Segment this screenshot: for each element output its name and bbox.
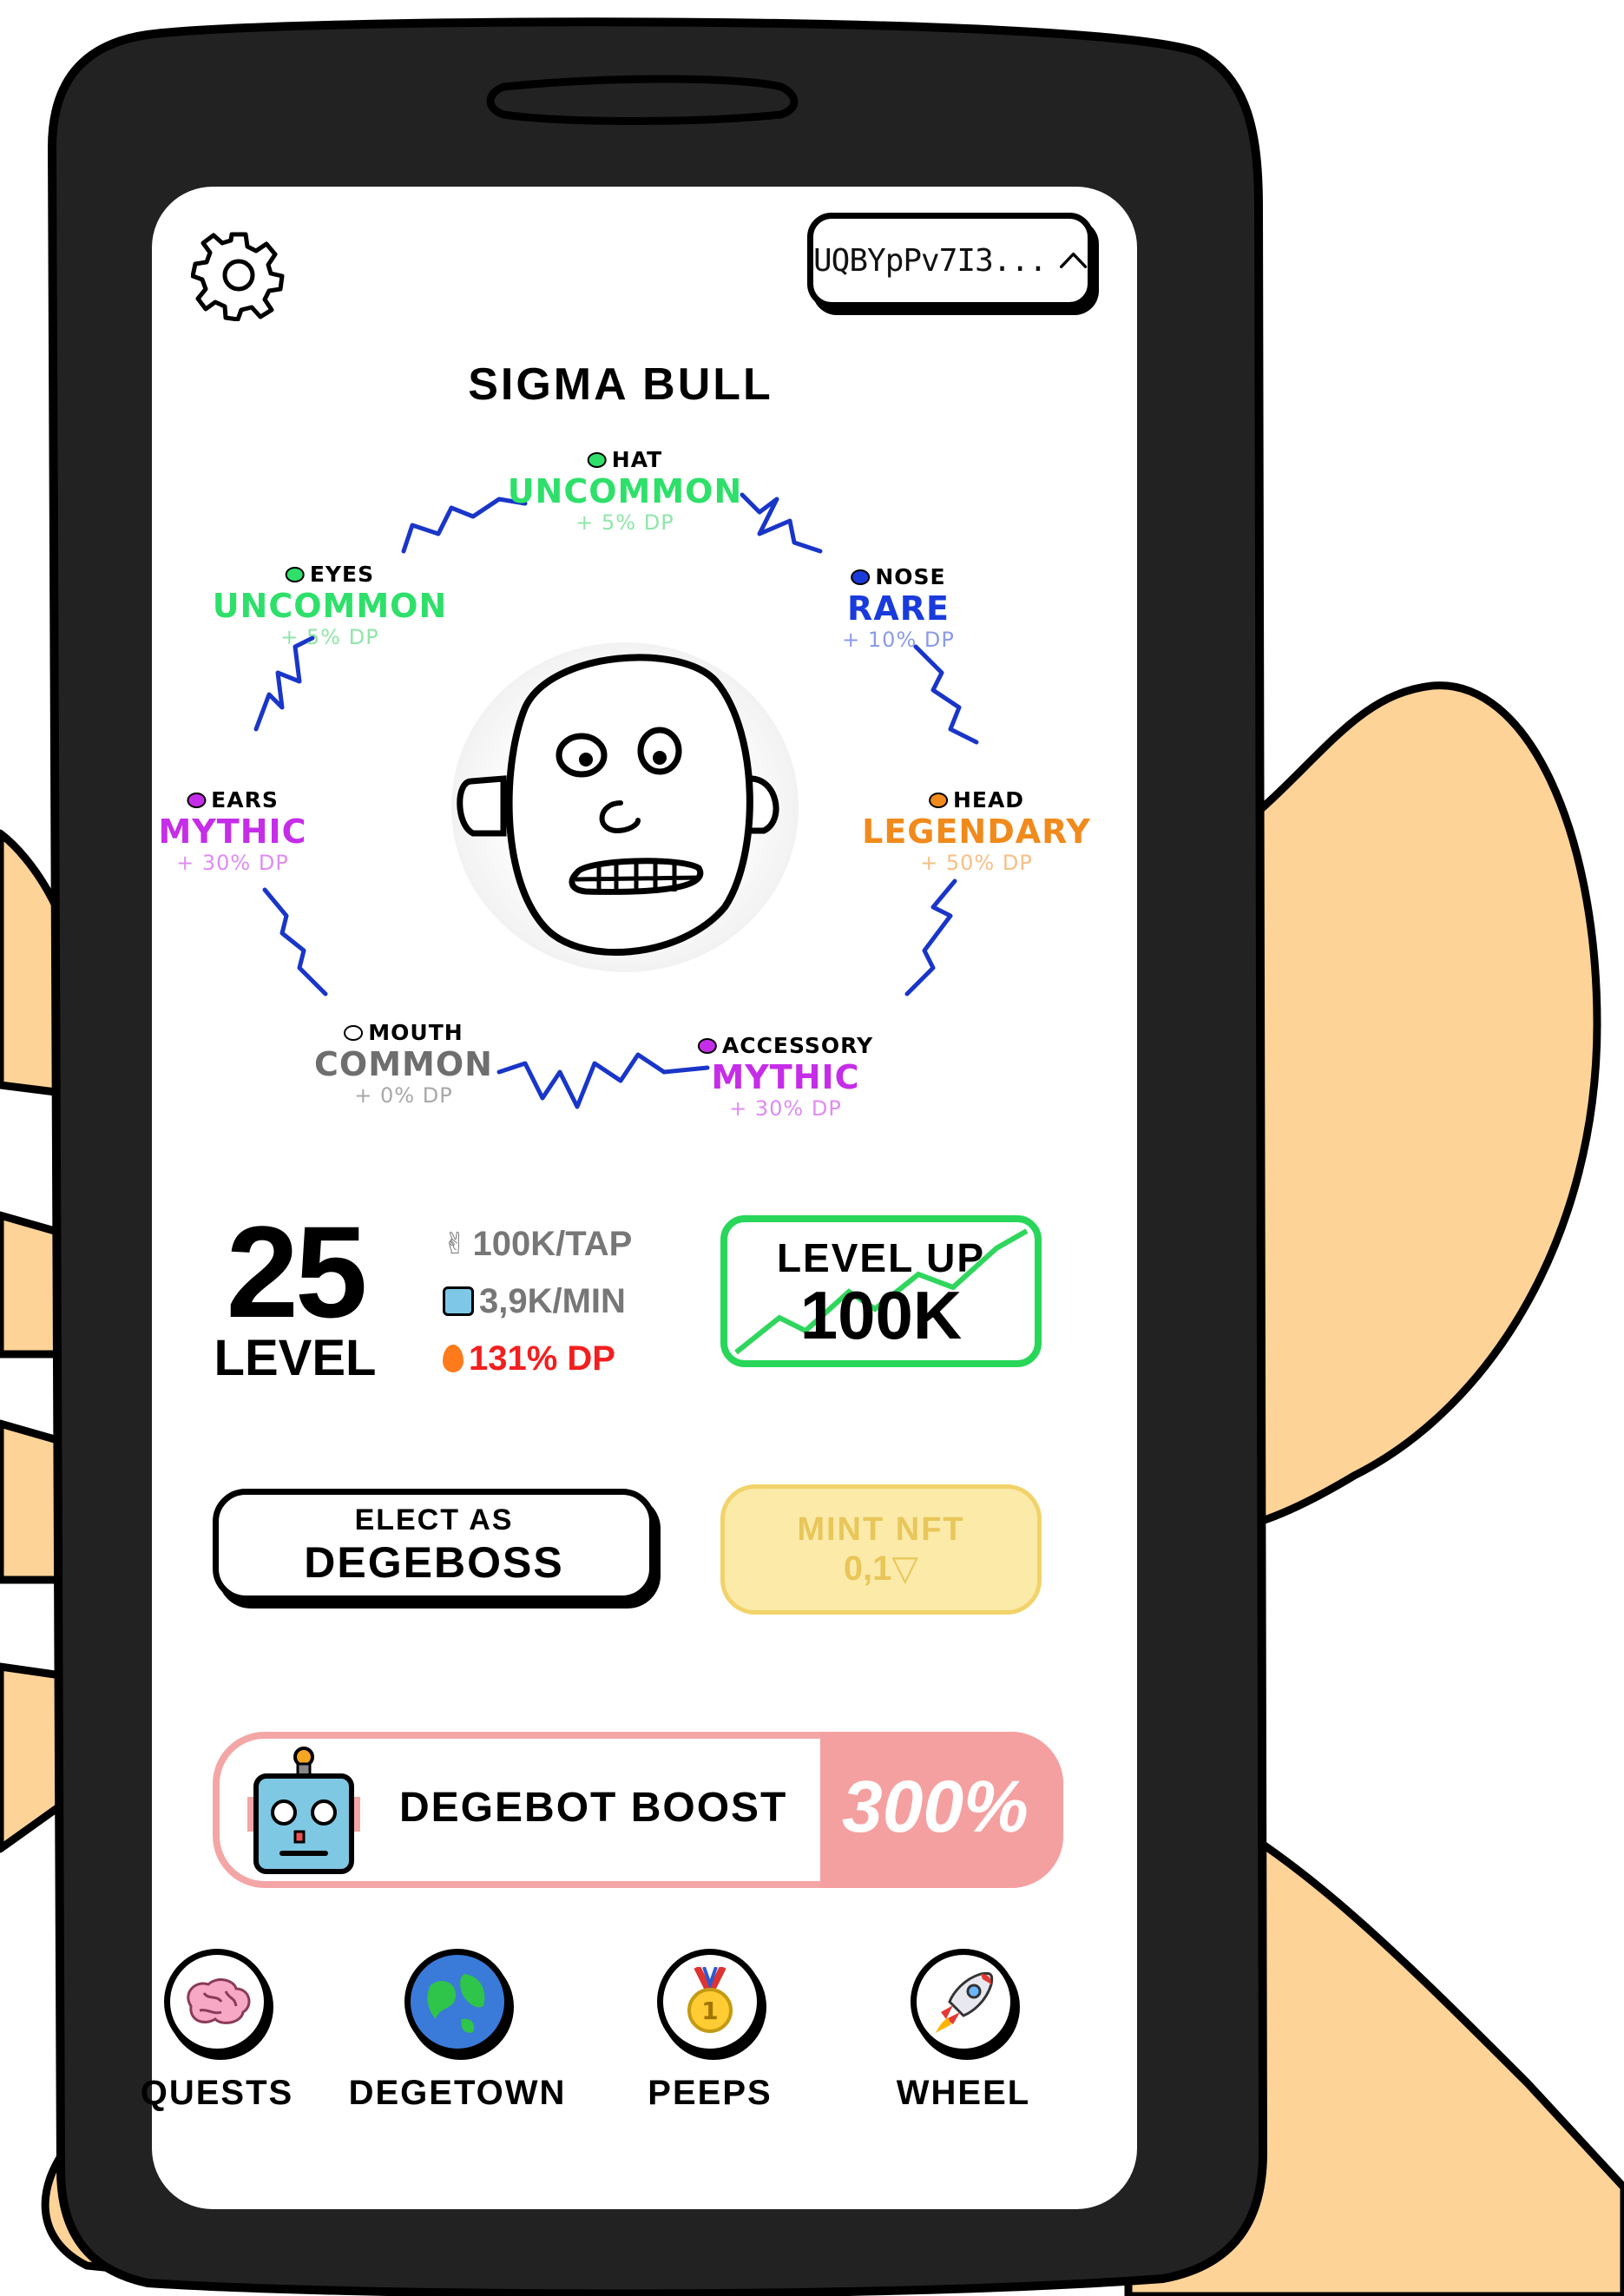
- mint-line1: MINT NFT: [797, 1510, 965, 1548]
- trait-bonus: + 50% DP: [920, 851, 1033, 875]
- elect-line1: ELECT AS: [354, 1503, 514, 1536]
- victory-hand-icon: ✌: [443, 1227, 468, 1260]
- rarity-dot-icon: [697, 1037, 717, 1054]
- medal-icon: 1: [657, 1949, 763, 2055]
- elect-line2: DEGEBOSS: [304, 1537, 564, 1587]
- level-label: LEVEL: [214, 1330, 377, 1386]
- globe-icon: [404, 1949, 510, 2055]
- trait-rarity: UNCOMMON: [212, 587, 448, 625]
- brain-icon: [164, 1949, 270, 2055]
- trait-rarity: MYTHIC: [711, 1058, 860, 1096]
- trait-bonus: + 10% DP: [842, 628, 955, 652]
- robot-icon: [443, 1286, 474, 1316]
- rarity-dot-icon: [285, 566, 305, 582]
- mint-nft-button[interactable]: MINT NFT 0,1▽: [720, 1484, 1042, 1615]
- level-up-cost: 100K: [799, 1276, 963, 1353]
- trait-bonus: + 0% DP: [354, 1083, 453, 1108]
- character-avatar[interactable]: [421, 629, 838, 977]
- trait-bonus: + 30% DP: [176, 851, 289, 875]
- trait-slot-label: EARS: [211, 787, 279, 812]
- per-tap-value: 100K/TAP: [472, 1224, 633, 1263]
- level-number: 25: [226, 1199, 368, 1345]
- level-up-button[interactable]: LEVEL UP 100K: [720, 1215, 1042, 1367]
- app-screen: UQBYpPv7I3... SIGMA BULL HAT UNCOMMON + …: [141, 187, 1137, 2209]
- rarity-dot-icon: [344, 1024, 364, 1041]
- dp-value: 131% DP: [469, 1339, 615, 1378]
- trait-slot-label: MOUTH: [368, 1020, 464, 1045]
- per-min-value: 3,9K/MIN: [479, 1281, 626, 1320]
- per-min-row: 3,9K/MIN: [443, 1273, 632, 1330]
- trait-rarity: LEGENDARY: [862, 812, 1091, 851]
- trait-nose[interactable]: NOSE RARE + 10% DP: [842, 564, 955, 652]
- trait-rarity: UNCOMMON: [507, 472, 743, 510]
- trait-bonus: + 30% DP: [729, 1096, 842, 1121]
- boost-label: DEGEBOT BOOST: [399, 1785, 788, 1831]
- nav-label: DEGETOWN: [348, 2074, 567, 2112]
- nav-quests[interactable]: QUESTS: [104, 1949, 330, 2113]
- trait-hat[interactable]: HAT UNCOMMON + 5% DP: [508, 447, 743, 535]
- robot-avatar-icon: [247, 1745, 360, 1875]
- rarity-dot-icon: [587, 451, 607, 468]
- nav-wheel[interactable]: WHEEL: [851, 1949, 1076, 2113]
- nav-label: WHEEL: [896, 2074, 1031, 2112]
- trait-slot-label: EYES: [309, 562, 375, 587]
- trait-ears[interactable]: EARS MYTHIC + 30% DP: [158, 787, 306, 875]
- rarity-dot-icon: [187, 792, 207, 808]
- nav-label: PEEPS: [648, 2074, 773, 2112]
- trait-bonus: + 5% DP: [280, 625, 379, 649]
- elect-degeboss-button[interactable]: ELECT AS DEGEBOSS: [213, 1489, 655, 1602]
- trait-rarity: COMMON: [314, 1045, 493, 1083]
- rarity-dot-icon: [928, 792, 948, 808]
- boost-value: 300%: [842, 1766, 1029, 1847]
- nav-label: QUESTS: [140, 2074, 294, 2112]
- trait-rarity: MYTHIC: [158, 812, 307, 851]
- nav-degetown[interactable]: DEGETOWN: [345, 1949, 570, 2113]
- trait-accessory[interactable]: ACCESSORY MYTHIC + 30% DP: [697, 1033, 874, 1121]
- dp-row: 131% DP: [443, 1330, 632, 1387]
- trait-slot-label: ACCESSORY: [721, 1033, 874, 1058]
- trait-eyes[interactable]: EYES UNCOMMON + 5% DP: [213, 562, 448, 649]
- trait-mouth[interactable]: MOUTH COMMON + 0% DP: [314, 1020, 493, 1108]
- trait-rarity: RARE: [847, 589, 950, 628]
- rarity-dot-icon: [851, 569, 871, 585]
- trait-head[interactable]: HEAD LEGENDARY + 50% DP: [862, 787, 1091, 875]
- trait-slot-label: HEAD: [952, 787, 1025, 812]
- nav-peeps[interactable]: 1 PEEPS: [597, 1949, 823, 2113]
- trait-slot-label: NOSE: [875, 564, 946, 589]
- phone-speaker: [486, 75, 799, 125]
- trait-slot-label: HAT: [611, 447, 663, 472]
- per-tap-row: ✌ 100K/TAP: [443, 1215, 632, 1273]
- rocket-icon: [911, 1949, 1016, 2055]
- fire-icon: [443, 1345, 464, 1372]
- svg-text:1: 1: [701, 1997, 718, 2025]
- stats-list: ✌ 100K/TAP 3,9K/MIN 131% DP: [443, 1215, 632, 1387]
- degebot-boost-button[interactable]: DEGEBOT BOOST 300%: [213, 1714, 1063, 1888]
- level-up-label: LEVEL UP: [776, 1234, 986, 1280]
- mint-line2: 0,1▽: [843, 1549, 919, 1588]
- level-block: 25 LEVEL: [213, 1207, 378, 1384]
- face-illustration: [451, 642, 799, 972]
- trait-bonus: + 5% DP: [575, 510, 674, 535]
